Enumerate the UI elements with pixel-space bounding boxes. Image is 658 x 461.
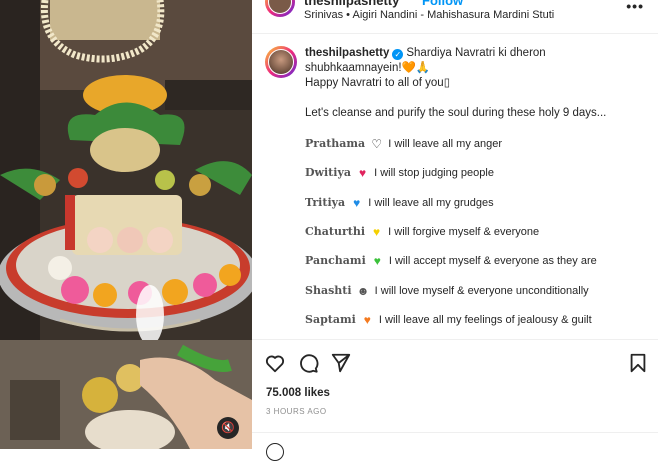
likes-count[interactable]: 75.008 likes — [266, 387, 330, 399]
post-timestamp[interactable]: 3 HOURS AGO — [266, 407, 327, 416]
post-header: theshilpashetty Follow Srinivas • Aigiri… — [252, 0, 658, 34]
caption-line-3: Happy Navratri to all of you▯ — [305, 77, 451, 89]
day-item-shashti: Shashti ☻ I will love myself & everyone … — [305, 284, 589, 298]
caption-line-1: Shardiya Navratri ki dheron — [406, 47, 546, 59]
day-name: Chaturthi — [305, 225, 366, 238]
caption-line-2: shubhkaamnayein!🧡🙏 — [305, 62, 431, 74]
caption-line-4: Let's cleanse and purify the soul during… — [305, 107, 607, 119]
day-item-chaturthi: Chaturthi ♥ I will forgive myself & ever… — [305, 225, 539, 239]
red-heart-icon: ♥ — [358, 166, 367, 180]
smiley-icon: ☻ — [356, 284, 370, 298]
day-name: Shashti — [305, 284, 352, 297]
day-item-prathama: Prathama ♡ I will leave all my anger — [305, 137, 502, 151]
caption-username[interactable]: theshilpashetty — [305, 47, 389, 59]
yellow-heart-icon: ♥ — [373, 225, 381, 239]
post-panel: theshilpashetty Follow Srinivas • Aigiri… — [252, 0, 658, 461]
day-name: Saptami — [305, 313, 356, 326]
header-username[interactable]: theshilpashetty — [304, 0, 399, 8]
share-icon[interactable] — [330, 352, 352, 374]
divider — [252, 432, 658, 433]
day-item-saptami: Saptami ♥ I will leave all my feelings o… — [305, 313, 592, 327]
day-name: Tritiya — [305, 196, 346, 209]
comment-icon[interactable] — [297, 352, 319, 374]
mute-icon[interactable]: 🔇 — [217, 417, 239, 439]
day-text: I will forgive myself & everyone — [388, 226, 540, 238]
day-item-tritiya: Tritiya ♥ I will leave all my grudges — [305, 196, 494, 210]
day-text: I will leave all my feelings of jealousy… — [378, 314, 592, 326]
day-item-dwitiya: Dwitiya ♥ I will stop judging people — [305, 166, 494, 180]
orange-heart-icon: ♥ — [363, 313, 371, 327]
caption: theshilpashetty ✓ Shardiya Navratri ki dhe… — [305, 46, 650, 121]
day-text: I will accept myself & everyone as they … — [388, 255, 597, 267]
day-text: I will stop judging people — [374, 167, 494, 179]
blue-heart-icon: ♥ — [353, 196, 361, 210]
caption-avatar[interactable] — [265, 46, 297, 78]
like-heart-icon[interactable] — [264, 352, 286, 374]
follow-button[interactable]: Follow — [422, 0, 463, 8]
day-text: I will love myself & everyone unconditio… — [374, 285, 589, 297]
day-name: Dwitiya — [305, 166, 351, 179]
save-bookmark-icon[interactable] — [627, 352, 649, 374]
day-item-panchami: Panchami ♥ I will accept myself & everyo… — [305, 254, 597, 268]
more-options-icon[interactable]: ••• — [626, 0, 644, 14]
header-avatar[interactable] — [265, 0, 295, 17]
day-name: Panchami — [305, 254, 366, 267]
white-heart-icon: ♡ — [371, 137, 383, 151]
emoji-icon[interactable] — [266, 443, 284, 461]
green-heart-icon: ♥ — [373, 254, 381, 268]
day-text: I will leave all my anger — [388, 138, 503, 150]
day-name: Prathama — [305, 137, 366, 150]
song-link[interactable]: Srinivas • Aigiri Nandini - Mahishasura … — [304, 9, 554, 21]
verified-badge-icon: ✓ — [392, 49, 404, 60]
post-video[interactable]: 🔇 — [0, 0, 252, 449]
day-text: I will leave all my grudges — [368, 197, 494, 209]
divider — [252, 339, 658, 340]
pooja-altar-image — [0, 0, 252, 449]
